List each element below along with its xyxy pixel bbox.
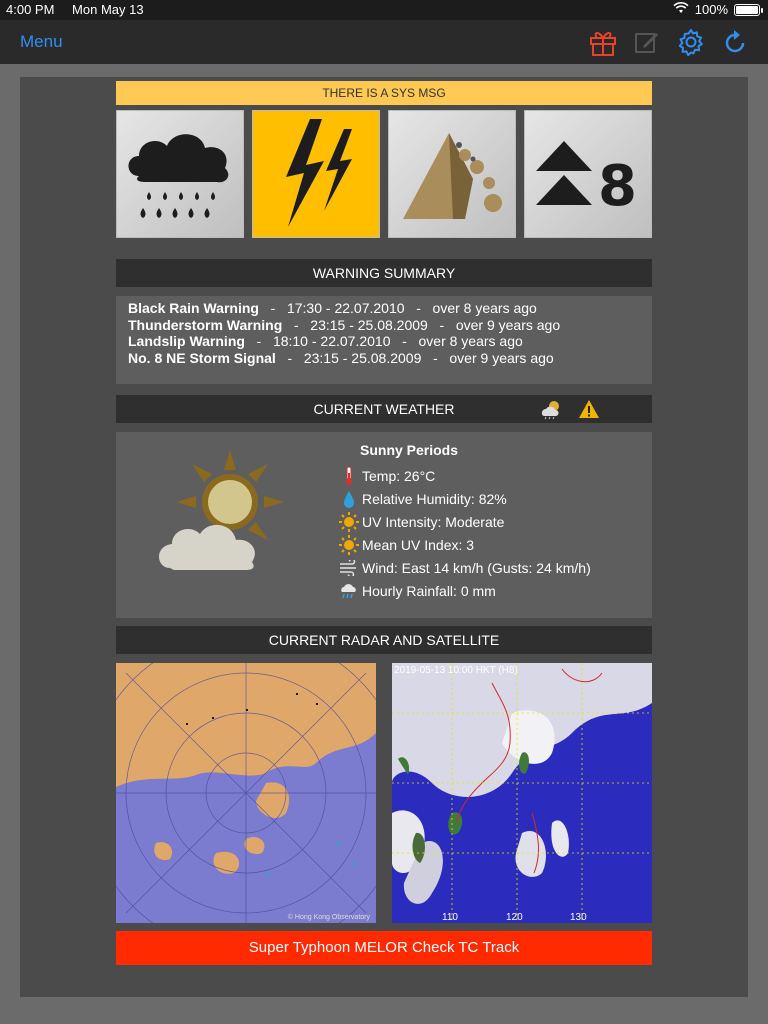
status-bar: 4:00 PM Mon May 13 100%: [0, 0, 768, 20]
nav-bar: Menu: [0, 20, 768, 64]
black-rain-icon[interactable]: [116, 110, 244, 238]
sys-msg-banner[interactable]: THERE IS A SYS MSG: [116, 81, 652, 105]
lon-label: 130: [570, 912, 587, 923]
weather-forecast-icon[interactable]: [538, 398, 564, 429]
weather-description: Sunny Periods: [360, 442, 459, 458]
humidity-drop-icon: [338, 489, 360, 509]
storm-signal-8-icon[interactable]: 8: [524, 110, 652, 238]
list-item[interactable]: Black Rain Warning - 17:30 - 22.07.2010 …: [128, 300, 640, 317]
battery-icon: [734, 3, 763, 16]
radar-satellite-header: CURRENT RADAR AND SATELLITE: [116, 626, 652, 654]
list-item[interactable]: Landslip Warning - 18:10 - 22.07.2010 - …: [128, 333, 640, 350]
radar-map[interactable]: © Hong Kong Observatory: [116, 663, 376, 923]
list-item[interactable]: Thunderstorm Warning - 23:15 - 25.08.200…: [128, 317, 640, 334]
wind-row: Wind: East 14 km/h (Gusts: 24 km/h): [338, 556, 591, 579]
refresh-icon[interactable]: [720, 28, 750, 56]
menu-button[interactable]: Menu: [20, 32, 63, 52]
warning-summary-list: Black Rain Warning - 17:30 - 22.07.2010 …: [116, 296, 652, 384]
lon-label: 110: [442, 912, 458, 923]
humidity-row: Relative Humidity: 82%: [338, 487, 591, 510]
radar-credit: © Hong Kong Observatory: [287, 914, 370, 921]
wifi-icon: [673, 2, 689, 17]
lon-label: 120: [506, 912, 523, 923]
gift-icon[interactable]: [588, 28, 618, 56]
warning-summary-header: WARNING SUMMARY: [116, 259, 652, 287]
current-weather-header: CURRENT WEATHER: [116, 395, 652, 423]
thunderstorm-icon[interactable]: [252, 110, 380, 238]
uv-sun-icon: [338, 511, 360, 532]
typhoon-track-banner[interactable]: Super Typhoon MELOR Check TC Track: [116, 931, 652, 965]
mean-uv-row: Mean UV Index: 3: [338, 533, 591, 556]
radar-satellite-images: © Hong Kong Observatory 2019-05-13 10:00…: [116, 663, 652, 923]
main-panel: THERE IS A SYS MSG 8 WARNING SUMMARY Bla…: [20, 77, 748, 997]
gear-icon[interactable]: [676, 28, 706, 56]
uv-intensity-row: UV Intensity: Moderate: [338, 510, 591, 533]
battery-percent: 100%: [694, 2, 728, 17]
satellite-map[interactable]: 2019-05-13 10:00 HKT (H8) 110 120 130: [392, 663, 652, 923]
uv-sun-icon: [338, 534, 360, 555]
wind-icon: [338, 558, 360, 578]
thermometer-icon: [338, 466, 360, 486]
status-time: 4:00 PM: [6, 2, 55, 17]
landslip-icon[interactable]: [388, 110, 516, 238]
rain-cloud-icon: [338, 581, 360, 601]
current-weather-title: CURRENT WEATHER: [313, 401, 455, 417]
current-weather-panel: Sunny Periods Temp: 26°C Relative Humidi…: [116, 432, 652, 618]
temp-row: Temp: 26°C: [338, 464, 591, 487]
warning-triangle-icon[interactable]: [578, 398, 600, 429]
satellite-timestamp: 2019-05-13 10:00 HKT (H8): [394, 665, 518, 676]
rainfall-row: Hourly Rainfall: 0 mm: [338, 579, 591, 602]
storm-signal-number: 8: [598, 154, 637, 219]
compose-icon[interactable]: [632, 28, 662, 56]
sunny-periods-icon: [156, 450, 286, 583]
status-date: Mon May 13: [72, 2, 144, 17]
warning-icon-strip: 8: [116, 110, 652, 238]
list-item[interactable]: No. 8 NE Storm Signal - 23:15 - 25.08.20…: [128, 350, 640, 367]
